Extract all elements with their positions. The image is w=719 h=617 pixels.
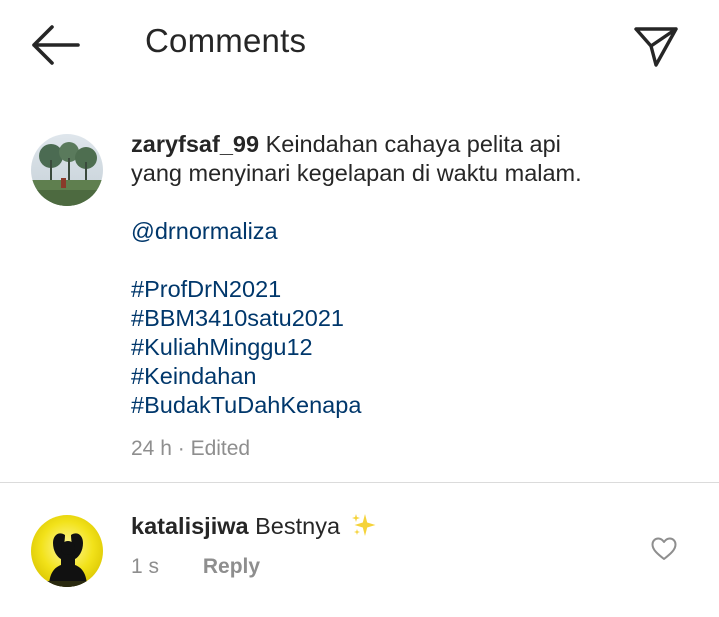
share-button[interactable] — [628, 20, 684, 72]
meta-separator: · — [177, 437, 185, 460]
paper-plane-icon — [634, 27, 678, 67]
caption-body: zaryfsaf_99 Keindahan cahaya pelita api … — [131, 130, 691, 463]
profile-photo-silhouette — [31, 515, 103, 587]
comment-timestamp: 1 s — [131, 555, 160, 578]
divider — [0, 482, 719, 483]
hashtag-link[interactable]: #KuliahMinggu12 — [131, 333, 691, 362]
avatar[interactable] — [31, 515, 103, 587]
top-bar: Comments — [0, 0, 719, 88]
comment-meta: 1 s Reply — [131, 555, 260, 579]
hashtag-link[interactable]: #BudakTuDahKenapa — [131, 391, 691, 420]
mention-link[interactable]: @drnormaliza — [131, 217, 691, 246]
caption-line-1: Keindahan cahaya pelita api — [265, 131, 561, 157]
hashtag-link[interactable]: #ProfDrN2021 — [131, 275, 691, 304]
arrow-left-icon — [32, 25, 80, 65]
post-meta: 24 h · Edited — [131, 434, 691, 463]
avatar[interactable] — [31, 134, 103, 206]
comment-username[interactable]: katalisjiwa — [131, 513, 249, 539]
hashtag-link[interactable]: #BBM3410satu2021 — [131, 304, 691, 333]
hashtag-link[interactable]: #Keindahan — [131, 362, 691, 391]
comment-text: Bestnya — [255, 513, 341, 539]
post-username[interactable]: zaryfsaf_99 — [131, 131, 259, 157]
page-title: Comments — [145, 22, 307, 59]
reply-button[interactable]: Reply — [203, 555, 260, 578]
back-button[interactable] — [28, 22, 84, 68]
profile-photo-landscape — [31, 134, 103, 206]
comment-item: katalisjiwa Bestnya 1 s Reply — [0, 500, 719, 610]
post-timestamp: 24 h — [131, 437, 172, 460]
edited-label: Edited — [190, 437, 251, 460]
caption-line-2: yang menyinari kegelapan di waktu malam. — [131, 160, 582, 186]
sparkles-icon — [351, 514, 376, 536]
comment-body: katalisjiwa Bestnya — [131, 512, 377, 541]
heart-outline-icon — [651, 537, 677, 560]
like-button[interactable] — [650, 536, 678, 562]
